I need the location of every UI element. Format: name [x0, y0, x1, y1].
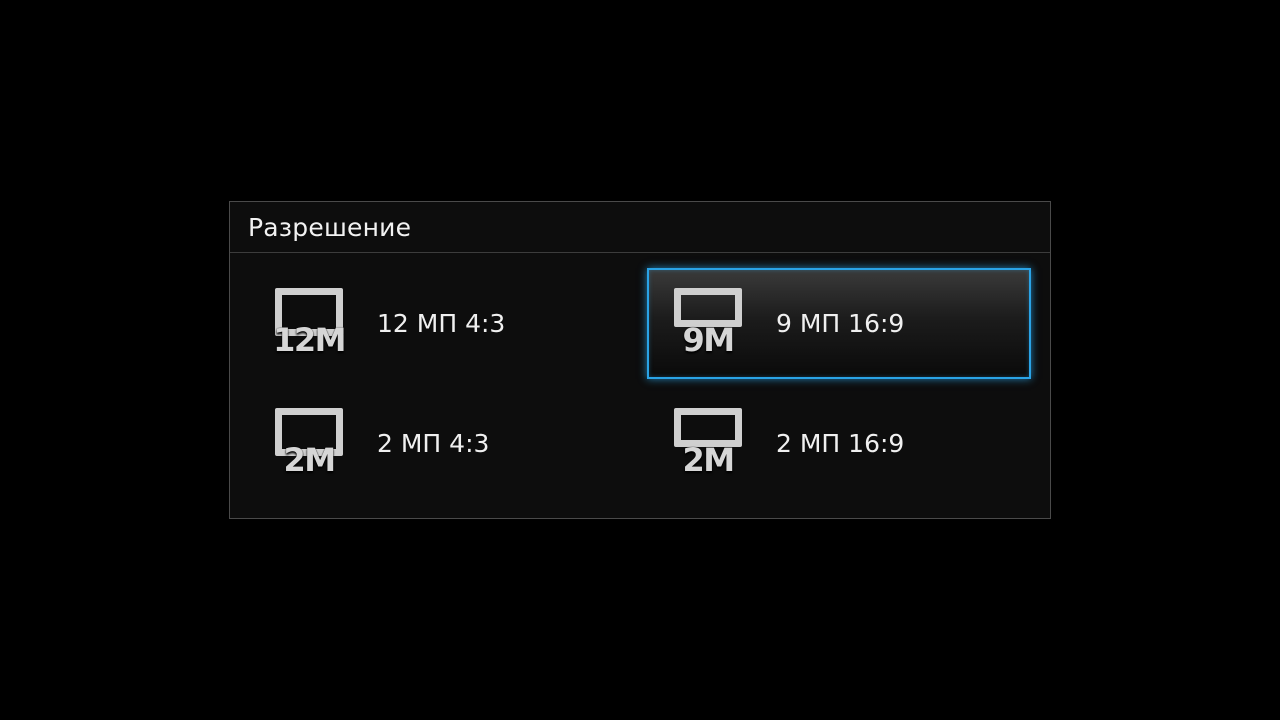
resolution-options-grid: 12M 12 МП 4:3 9M 9 МП 16:9 2M 2 МП 4:3 2… [230, 253, 1050, 517]
option-2mp-4x3[interactable]: 2M 2 МП 4:3 [248, 388, 632, 499]
option-9mp-16x9[interactable]: 9M 9 МП 16:9 [647, 268, 1031, 379]
resolution-9m-16x9-icon: 9M [672, 284, 744, 364]
option-label: 2 МП 4:3 [377, 429, 490, 458]
megapixel-badge: 9M [682, 320, 735, 359]
megapixel-badge: 12M [273, 320, 346, 359]
option-2mp-16x9[interactable]: 2M 2 МП 16:9 [647, 388, 1031, 499]
dialog-header: Разрешение [230, 202, 1050, 253]
megapixel-badge: 2M [682, 440, 735, 479]
option-label: 2 МП 16:9 [776, 429, 905, 458]
resolution-2m-4x3-icon: 2M [273, 404, 345, 484]
option-12mp-4x3[interactable]: 12M 12 МП 4:3 [248, 268, 632, 379]
option-label: 12 МП 4:3 [377, 309, 506, 338]
resolution-2m-16x9-icon: 2M [672, 404, 744, 484]
resolution-12m-4x3-icon: 12M [273, 284, 346, 364]
dialog-title: Разрешение [248, 212, 412, 242]
resolution-dialog: Разрешение 12M 12 МП 4:3 9M 9 МП 16:9 2M… [229, 201, 1051, 519]
megapixel-badge: 2M [283, 440, 336, 479]
option-label: 9 МП 16:9 [776, 309, 905, 338]
